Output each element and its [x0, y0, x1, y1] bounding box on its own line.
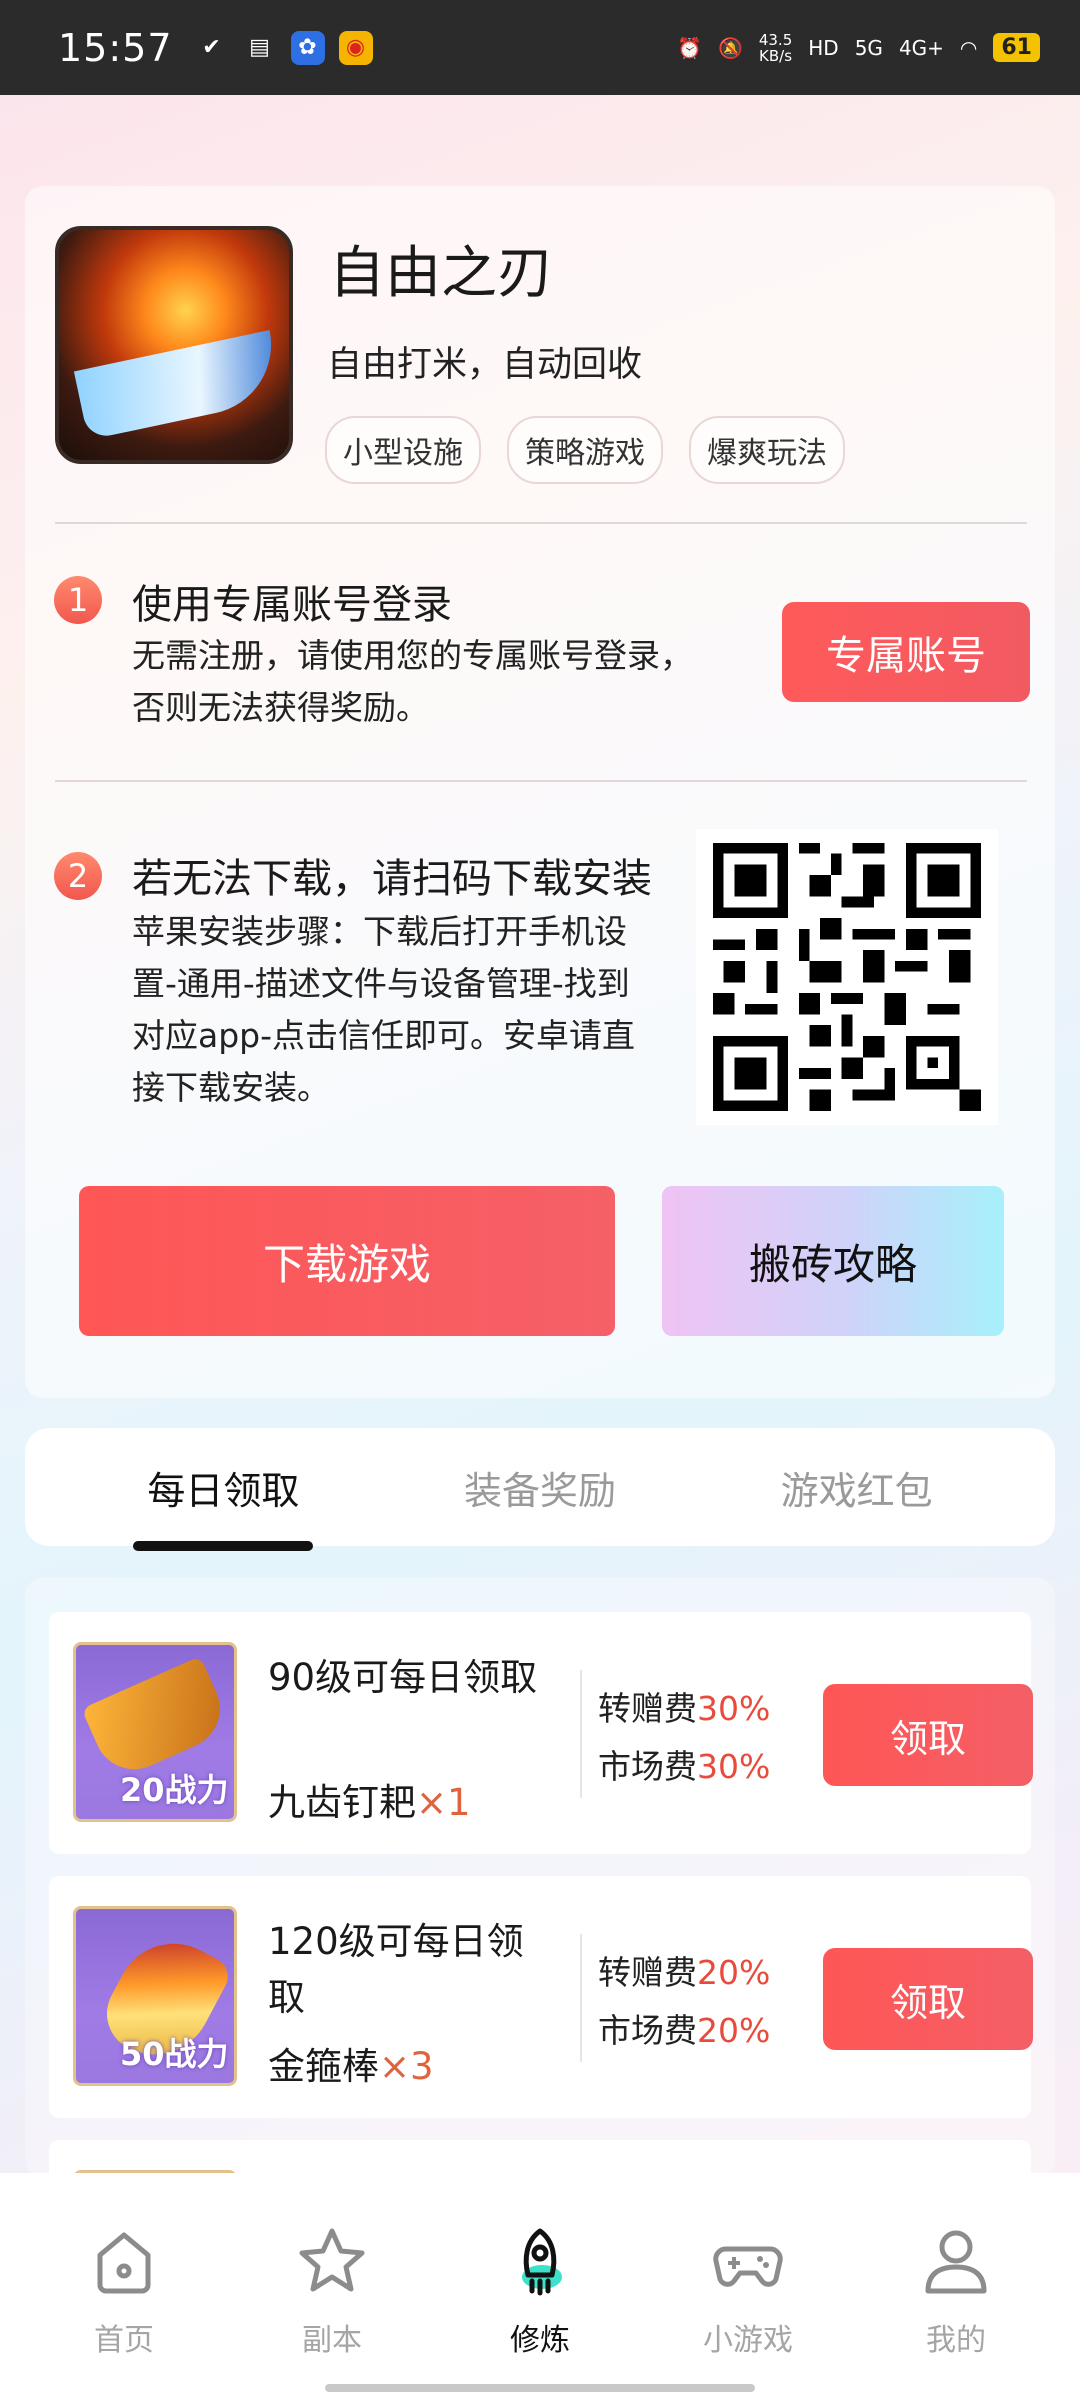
game-subtitle: 自由打米，自动回收 — [327, 345, 643, 385]
weibo-icon: ◉ — [338, 30, 373, 65]
claim-button[interactable]: 领取 — [823, 1948, 1033, 2050]
reward-list: 20战力 90级可每日领取 九齿钉耙×1 转赠费30% 市场费30% 领取 50… — [25, 1578, 1055, 2178]
step-2-title: 若无法下载，请扫码下载安装 — [132, 856, 652, 902]
exclusive-account-button[interactable]: 专属账号 — [782, 602, 1030, 702]
game-tag: 爆爽玩法 — [689, 416, 845, 484]
mute-icon: 🔕 — [717, 35, 743, 60]
game-tag: 小型设施 — [325, 416, 481, 484]
game-icon — [55, 226, 293, 464]
step-1-desc: 无需注册，请使用您的专属账号登录， 否则无法获得奖励。 — [132, 636, 693, 727]
list-item: 50战力 120级可每日领取 金箍棒×3 转赠费20% 市场费20% 领取 — [49, 1876, 1033, 2118]
item-title: 90级可每日领取 — [268, 1656, 538, 1699]
nav-label: 副本 — [302, 2323, 362, 2358]
tab-red-packet[interactable]: 游戏红包 — [771, 1460, 943, 1515]
notification-icons: ✔ ▤ ✿ ◉ — [195, 30, 373, 65]
bottom-nav: 首页 副本 修炼 小游戏 我的 — [0, 2173, 1080, 2400]
battery-indicator: 61 — [993, 33, 1040, 62]
reward-tabs: 每日领取 装备奖励 游戏红包 — [25, 1428, 1055, 1551]
item-image-rake: 20战力 — [73, 1642, 237, 1822]
market-fee: 市场费30% — [598, 1747, 771, 1786]
hd-icon: HD — [808, 35, 839, 60]
divider — [55, 780, 1027, 782]
nav-item-mini-games[interactable]: 小游戏 — [668, 2173, 828, 2400]
home-icon — [84, 2221, 164, 2301]
nav-label: 首页 — [94, 2323, 154, 2358]
nav-label: 小游戏 — [703, 2323, 793, 2358]
transfer-fee: 转赠费20% — [598, 1953, 771, 1992]
network-5g: 5G — [854, 35, 883, 60]
download-qr-code — [696, 829, 998, 1125]
market-fee: 市场费20% — [598, 2011, 771, 2050]
divider — [55, 522, 1027, 524]
network-4g: 4G+ — [898, 35, 944, 60]
claim-button[interactable]: 领取 — [823, 1684, 1033, 1786]
tab-daily[interactable]: 每日领取 — [133, 1460, 314, 1551]
game-tag: 策略游戏 — [507, 416, 663, 484]
divider — [580, 1934, 582, 2062]
item-title: 120级可每日领取 — [268, 1920, 524, 2019]
check-icon: ✔ — [202, 35, 221, 60]
game-title: 自由之刃 — [329, 241, 553, 306]
gamepad-icon — [708, 2221, 788, 2301]
step-1-badge: 1 — [54, 576, 102, 624]
nav-label: 我的 — [926, 2323, 986, 2358]
item-power: 20战力 — [120, 1771, 229, 1809]
star-icon — [292, 2221, 372, 2301]
status-right: ⏰ 🔕 43.5 KB/s HD 5G 4G+ ◠ 61 — [677, 32, 1040, 64]
network-speed: 43.5 KB/s — [758, 30, 793, 65]
nav-item-dungeon[interactable]: 副本 — [252, 2173, 412, 2400]
nav-item-profile[interactable]: 我的 — [876, 2173, 1036, 2400]
step-1-title: 使用专属账号登录 — [132, 582, 452, 628]
item-reward: 九齿钉耙×1 — [268, 1781, 471, 1824]
download-game-button[interactable]: 下载游戏 — [79, 1186, 615, 1336]
item-image-staff: 50战力 — [73, 1906, 237, 2086]
step-2-badge: 2 — [54, 852, 102, 900]
wallet-icon: ▤ — [249, 35, 270, 60]
wifi-icon: ◠ — [959, 35, 978, 60]
divider — [580, 1670, 582, 1798]
baidu-icon: ✿ — [290, 30, 325, 65]
alarm-icon: ⏰ — [677, 35, 702, 60]
step-2-desc: 苹果安装步骤：下载后打开手机设 置-通用-描述文件与设备管理-找到 对应app-… — [132, 912, 636, 1107]
nav-item-home[interactable]: 首页 — [44, 2173, 204, 2400]
home-indicator[interactable] — [325, 2384, 755, 2392]
item-reward: 金箍棒×3 — [268, 2045, 434, 2088]
rocket-icon — [500, 2221, 580, 2301]
game-info-card: 自由之刃 自由打米，自动回收 小型设施 策略游戏 爆爽玩法 1 使用专属账号登录… — [25, 186, 1055, 1398]
nav-label: 修炼 — [510, 2323, 570, 2358]
transfer-fee: 转赠费30% — [598, 1689, 771, 1728]
list-item: 20战力 90级可每日领取 九齿钉耙×1 转赠费30% 市场费30% 领取 — [49, 1612, 1033, 1854]
tab-equipment[interactable]: 装备奖励 — [454, 1460, 626, 1515]
guide-button[interactable]: 搬砖攻略 — [662, 1186, 1004, 1336]
item-power: 50战力 — [120, 2035, 229, 2073]
status-time: 15:57 — [58, 25, 173, 70]
game-tags: 小型设施 策略游戏 爆爽玩法 — [325, 416, 845, 484]
nav-item-cultivate[interactable]: 修炼 — [460, 2173, 620, 2400]
profile-icon — [916, 2221, 996, 2301]
status-bar: 15:57 ✔ ▤ ✿ ◉ ⏰ 🔕 43.5 KB/s HD 5G 4G+ ◠ 6… — [0, 0, 1080, 95]
